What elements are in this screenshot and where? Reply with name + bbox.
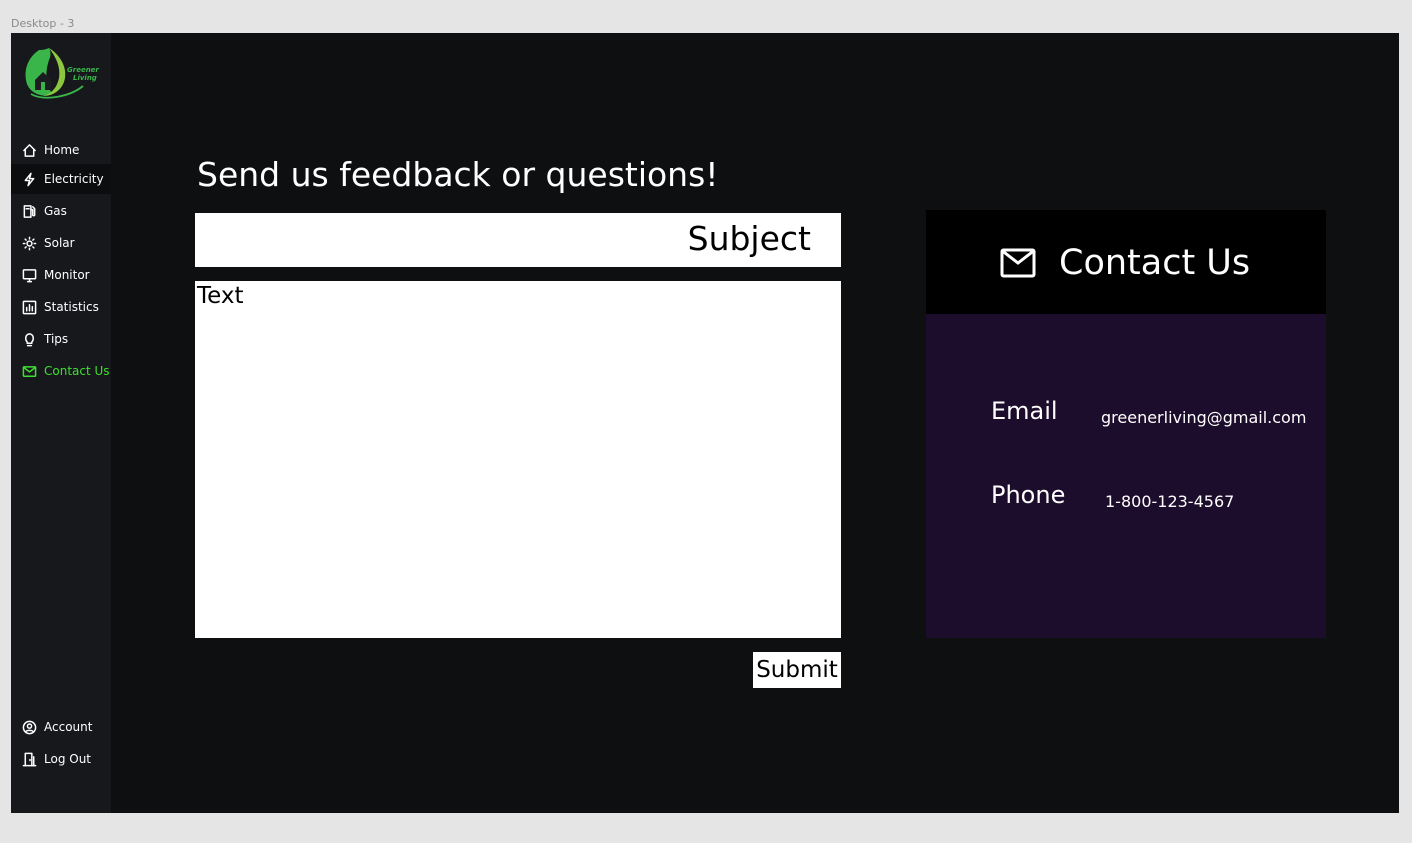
email-value[interactable]: greenerliving@gmail.com xyxy=(1101,408,1306,427)
submit-button[interactable]: Submit xyxy=(753,652,841,688)
sidebar-item-label: Tips xyxy=(44,332,69,346)
subject-placeholder: Subject xyxy=(687,219,811,258)
sidebar-item-log-out[interactable]: Log Out xyxy=(11,744,111,774)
phone-value[interactable]: 1-800-123-4567 xyxy=(1105,492,1234,511)
contact-card-header: Contact Us xyxy=(926,210,1326,314)
sidebar-item-label: Home xyxy=(44,143,80,157)
user-circle-icon xyxy=(21,719,37,735)
sidebar-item-tips[interactable]: Tips xyxy=(11,324,111,354)
sidebar-item-label: Log Out xyxy=(44,752,92,766)
page-title: Send us feedback or questions! xyxy=(197,155,719,194)
contact-card-title: Contact Us xyxy=(1059,243,1251,283)
sidebar-item-label: Contact Us xyxy=(44,364,110,378)
lightbulb-icon xyxy=(21,331,37,347)
sidebar-item-account[interactable]: Account xyxy=(11,712,111,742)
sidebar-item-label: Electricity xyxy=(44,172,104,186)
sidebar-item-monitor[interactable]: Monitor xyxy=(11,260,111,290)
sidebar-item-gas[interactable]: Gas xyxy=(11,196,111,226)
greener-living-logo[interactable]: Greener Living xyxy=(21,46,103,100)
contact-card: Contact Us Email greenerliving@gmail.com… xyxy=(926,210,1326,638)
mail-icon xyxy=(21,363,37,379)
sidebar-item-label: Solar xyxy=(44,236,75,250)
gas-pump-icon xyxy=(21,203,37,219)
app-frame: Greener Living Home Electricity Gas Sola… xyxy=(11,33,1399,813)
sidebar-item-electricity[interactable]: Electricity xyxy=(11,164,111,194)
contact-card-body: Email greenerliving@gmail.com Phone 1-80… xyxy=(926,314,1326,638)
mail-icon xyxy=(1000,248,1036,278)
sidebar-item-label: Gas xyxy=(44,204,67,218)
email-label: Email xyxy=(991,397,1058,425)
logo-text-living: Living xyxy=(73,74,97,82)
sidebar-item-label: Monitor xyxy=(44,268,90,282)
lightning-icon xyxy=(21,171,37,187)
bar-chart-icon xyxy=(21,299,37,315)
monitor-icon xyxy=(21,267,37,283)
sidebar: Greener Living Home Electricity Gas Sola… xyxy=(11,33,111,813)
frame-label: Desktop - 3 xyxy=(11,17,75,30)
sidebar-item-label: Statistics xyxy=(44,300,99,314)
message-textarea[interactable]: Text xyxy=(195,281,841,638)
door-exit-icon xyxy=(21,751,37,767)
subject-input[interactable]: Subject xyxy=(195,213,841,267)
home-icon xyxy=(21,142,37,158)
logo-text-greener: Greener xyxy=(67,66,99,74)
sidebar-item-contact-us[interactable]: Contact Us xyxy=(11,356,111,386)
sun-icon xyxy=(21,235,37,251)
phone-label: Phone xyxy=(991,481,1066,509)
sidebar-item-statistics[interactable]: Statistics xyxy=(11,292,111,322)
text-placeholder: Text xyxy=(197,283,244,309)
sidebar-item-solar[interactable]: Solar xyxy=(11,228,111,258)
sidebar-item-label: Account xyxy=(44,720,93,734)
sidebar-item-home[interactable]: Home xyxy=(11,135,111,165)
